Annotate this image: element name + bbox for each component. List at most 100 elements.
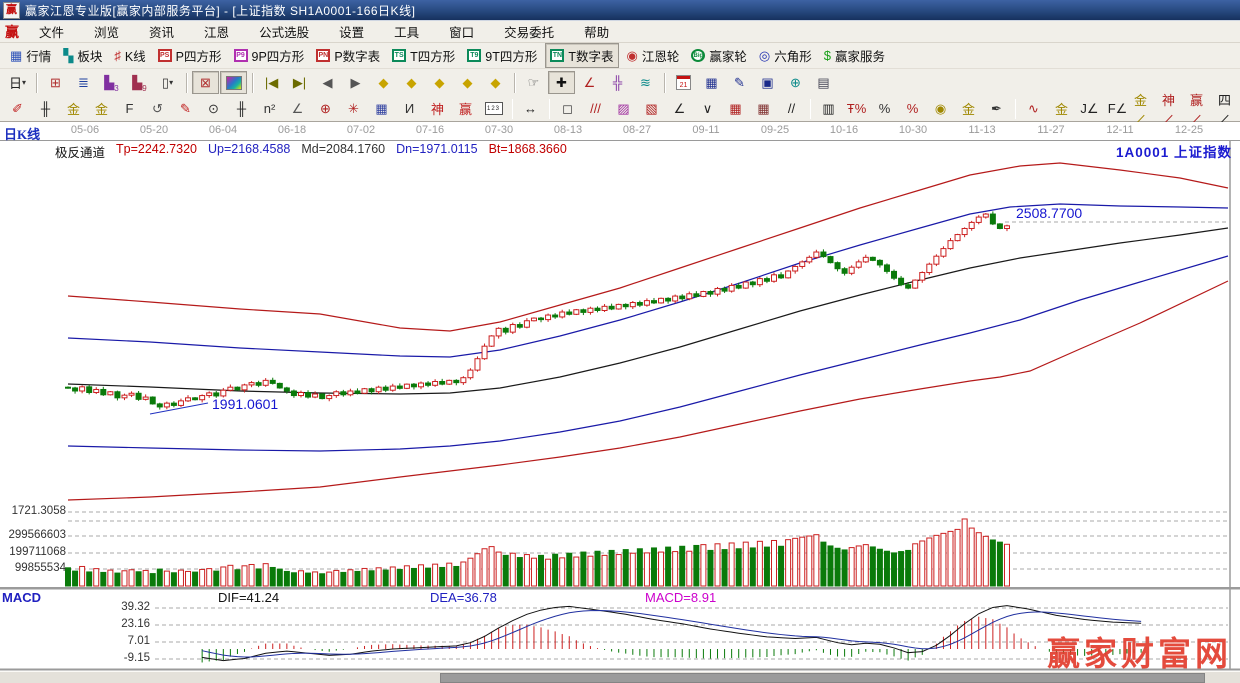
i-mark-button[interactable]: И	[396, 97, 423, 120]
fan-magenta-button[interactable]: ▨	[610, 97, 637, 120]
v-lines-button[interactable]: ∨	[694, 97, 721, 120]
calculator-button[interactable]: ▦	[698, 71, 725, 94]
grid-web-button[interactable]: ▦	[368, 97, 395, 120]
menu-item-2[interactable]: 资讯	[149, 22, 174, 41]
ruler-2-button[interactable]: ╫	[228, 97, 255, 120]
shen-tool-icon: 神	[431, 99, 444, 118]
date-tick-07-16: 07-16	[408, 124, 452, 136]
gann-ruler-button[interactable]: ╫	[32, 97, 59, 120]
info-panel-button[interactable]: ≣	[70, 71, 97, 94]
angle-shen-button[interactable]: 神∠	[1160, 97, 1187, 120]
ink-pen-button[interactable]: ✒	[983, 97, 1010, 120]
angle-tool-icon: ∠	[584, 75, 596, 91]
ray-fan-button[interactable]: ///	[582, 97, 609, 120]
angle-gold-button[interactable]: 金∠	[1132, 97, 1159, 120]
zoom-left-button[interactable]: ◆	[370, 71, 397, 94]
scrollbar-thumb[interactable]	[440, 673, 1205, 683]
f-ruler-button[interactable]: F	[116, 97, 143, 120]
angle-si-button[interactable]: 四∠	[1216, 97, 1240, 120]
draw-pen-button[interactable]: ✐	[4, 97, 31, 120]
macd-scale-2: 23.16	[0, 618, 150, 630]
grid-red-button[interactable]: ▦	[722, 97, 749, 120]
box-frame-button[interactable]: ◻	[554, 97, 581, 120]
angle-ying-button[interactable]: 赢∠	[1188, 97, 1215, 120]
menu-item-4[interactable]: 公式选股	[259, 22, 309, 41]
parallel-lines-button[interactable]: //	[778, 97, 805, 120]
menu-item-5[interactable]: 设置	[339, 22, 364, 41]
gann-wheel-button[interactable]: ◉江恩轮	[623, 44, 684, 67]
n-square-button[interactable]: n²	[256, 97, 283, 120]
menu-item-7[interactable]: 窗口	[449, 22, 474, 41]
candle-style-button[interactable]: ▯▾	[154, 71, 181, 94]
gold-ruler-1-button[interactable]: 金	[60, 97, 87, 120]
wave-a-button[interactable]: ∿	[1020, 97, 1047, 120]
target-circle-button[interactable]: ⊕	[312, 97, 339, 120]
crosshair-tool-button[interactable]: ✚	[548, 71, 575, 94]
export-button[interactable]: ▤	[810, 71, 837, 94]
gold-ruler-2-button[interactable]: 金	[88, 97, 115, 120]
sectors-button[interactable]: ▚板块	[59, 44, 106, 67]
t-square-button[interactable]: TST四方形	[388, 44, 459, 67]
menu-item-0[interactable]: 文件	[39, 22, 64, 41]
winner-service-button[interactable]: $赢家服务	[820, 44, 889, 67]
pane-grid-button[interactable]: ⊠	[192, 71, 219, 94]
horizontal-scrollbar[interactable]	[0, 671, 1240, 683]
zoom-both-button[interactable]: ◆	[426, 71, 453, 94]
menu-item-3[interactable]: 江恩	[204, 22, 229, 41]
width-measure-button[interactable]: ↔	[517, 97, 544, 120]
nav-last-button[interactable]: ▶|	[286, 71, 313, 94]
notes-button[interactable]: ✎	[726, 71, 753, 94]
winner-wheel-button[interactable]: Big赢家轮	[687, 44, 751, 67]
angle-j-button[interactable]: J∠	[1076, 97, 1103, 120]
zoom-in-button[interactable]: ◆	[454, 71, 481, 94]
percent-t-button[interactable]: Ŧ%	[843, 97, 870, 120]
menu-item-1[interactable]: 浏览	[94, 22, 119, 41]
squares-3-button[interactable]: ▙3	[98, 71, 125, 94]
percent-line-button[interactable]: %	[899, 97, 926, 120]
barcode-tool-button[interactable]: ▥	[815, 97, 842, 120]
wave-tool-button[interactable]: ≋	[632, 71, 659, 94]
quotes-button[interactable]: ▦行情	[6, 44, 55, 67]
shen-tool-button[interactable]: 神	[424, 97, 451, 120]
gold-box-button[interactable]: 金	[1048, 97, 1075, 120]
9p-square-button[interactable]: P99P四方形	[230, 44, 309, 67]
spiral-tool-button[interactable]: ↺	[144, 97, 171, 120]
grid-arrow-button[interactable]: ▦	[750, 97, 777, 120]
angle-fan-button[interactable]: ∠	[284, 97, 311, 120]
period-day-selector-button[interactable]: 日▾	[4, 71, 31, 94]
nav-prev-button[interactable]: ◀	[314, 71, 341, 94]
hand-tool-button[interactable]: ☞	[520, 71, 547, 94]
menu-item-9[interactable]: 帮助	[584, 22, 609, 41]
ruler-123-button[interactable]: 123	[480, 97, 507, 120]
save-button[interactable]: ▣	[754, 71, 781, 94]
angle-lines-button[interactable]: ∠	[666, 97, 693, 120]
menu-item-6[interactable]: 工具	[394, 22, 419, 41]
squares-9-button[interactable]: ▙9	[126, 71, 153, 94]
color-chart-button[interactable]	[220, 71, 247, 94]
kline-button[interactable]: ♯K线	[110, 44, 149, 67]
hexagon-button[interactable]: ◎六角形	[755, 44, 816, 67]
gann-frame-tool-button[interactable]: ╬	[604, 71, 631, 94]
chart-window-button[interactable]: ⊞	[42, 71, 69, 94]
9t-square-button[interactable]: T99T四方形	[463, 44, 541, 67]
zoom-right-button[interactable]: ◆	[398, 71, 425, 94]
angle-f-button[interactable]: F∠	[1104, 97, 1131, 120]
percent-button[interactable]: %	[871, 97, 898, 120]
gold-line-button[interactable]: 金	[955, 97, 982, 120]
t-number-table-button[interactable]: TNT数字表	[545, 43, 618, 68]
fan-grid-button[interactable]: ▧	[638, 97, 665, 120]
red-pencil-button[interactable]: ✎	[172, 97, 199, 120]
p-number-table-button[interactable]: PNP数字表	[312, 44, 384, 67]
p-square-button[interactable]: PSP四方形	[154, 44, 226, 67]
nav-first-button[interactable]: |◀	[258, 71, 285, 94]
zoom-out-button[interactable]: ◆	[482, 71, 509, 94]
world-time-button[interactable]: ⊕	[782, 71, 809, 94]
nav-next-button[interactable]: ▶	[342, 71, 369, 94]
menu-item-8[interactable]: 交易委托	[504, 22, 554, 41]
calendar-button[interactable]: 21	[670, 71, 697, 94]
angle-tool-button[interactable]: ∠	[576, 71, 603, 94]
gold-circle-button[interactable]: ◉	[927, 97, 954, 120]
ying-tool-button[interactable]: 赢	[452, 97, 479, 120]
spider-web-button[interactable]: ✳	[340, 97, 367, 120]
cycle-clock-button[interactable]: ⊙	[200, 97, 227, 120]
